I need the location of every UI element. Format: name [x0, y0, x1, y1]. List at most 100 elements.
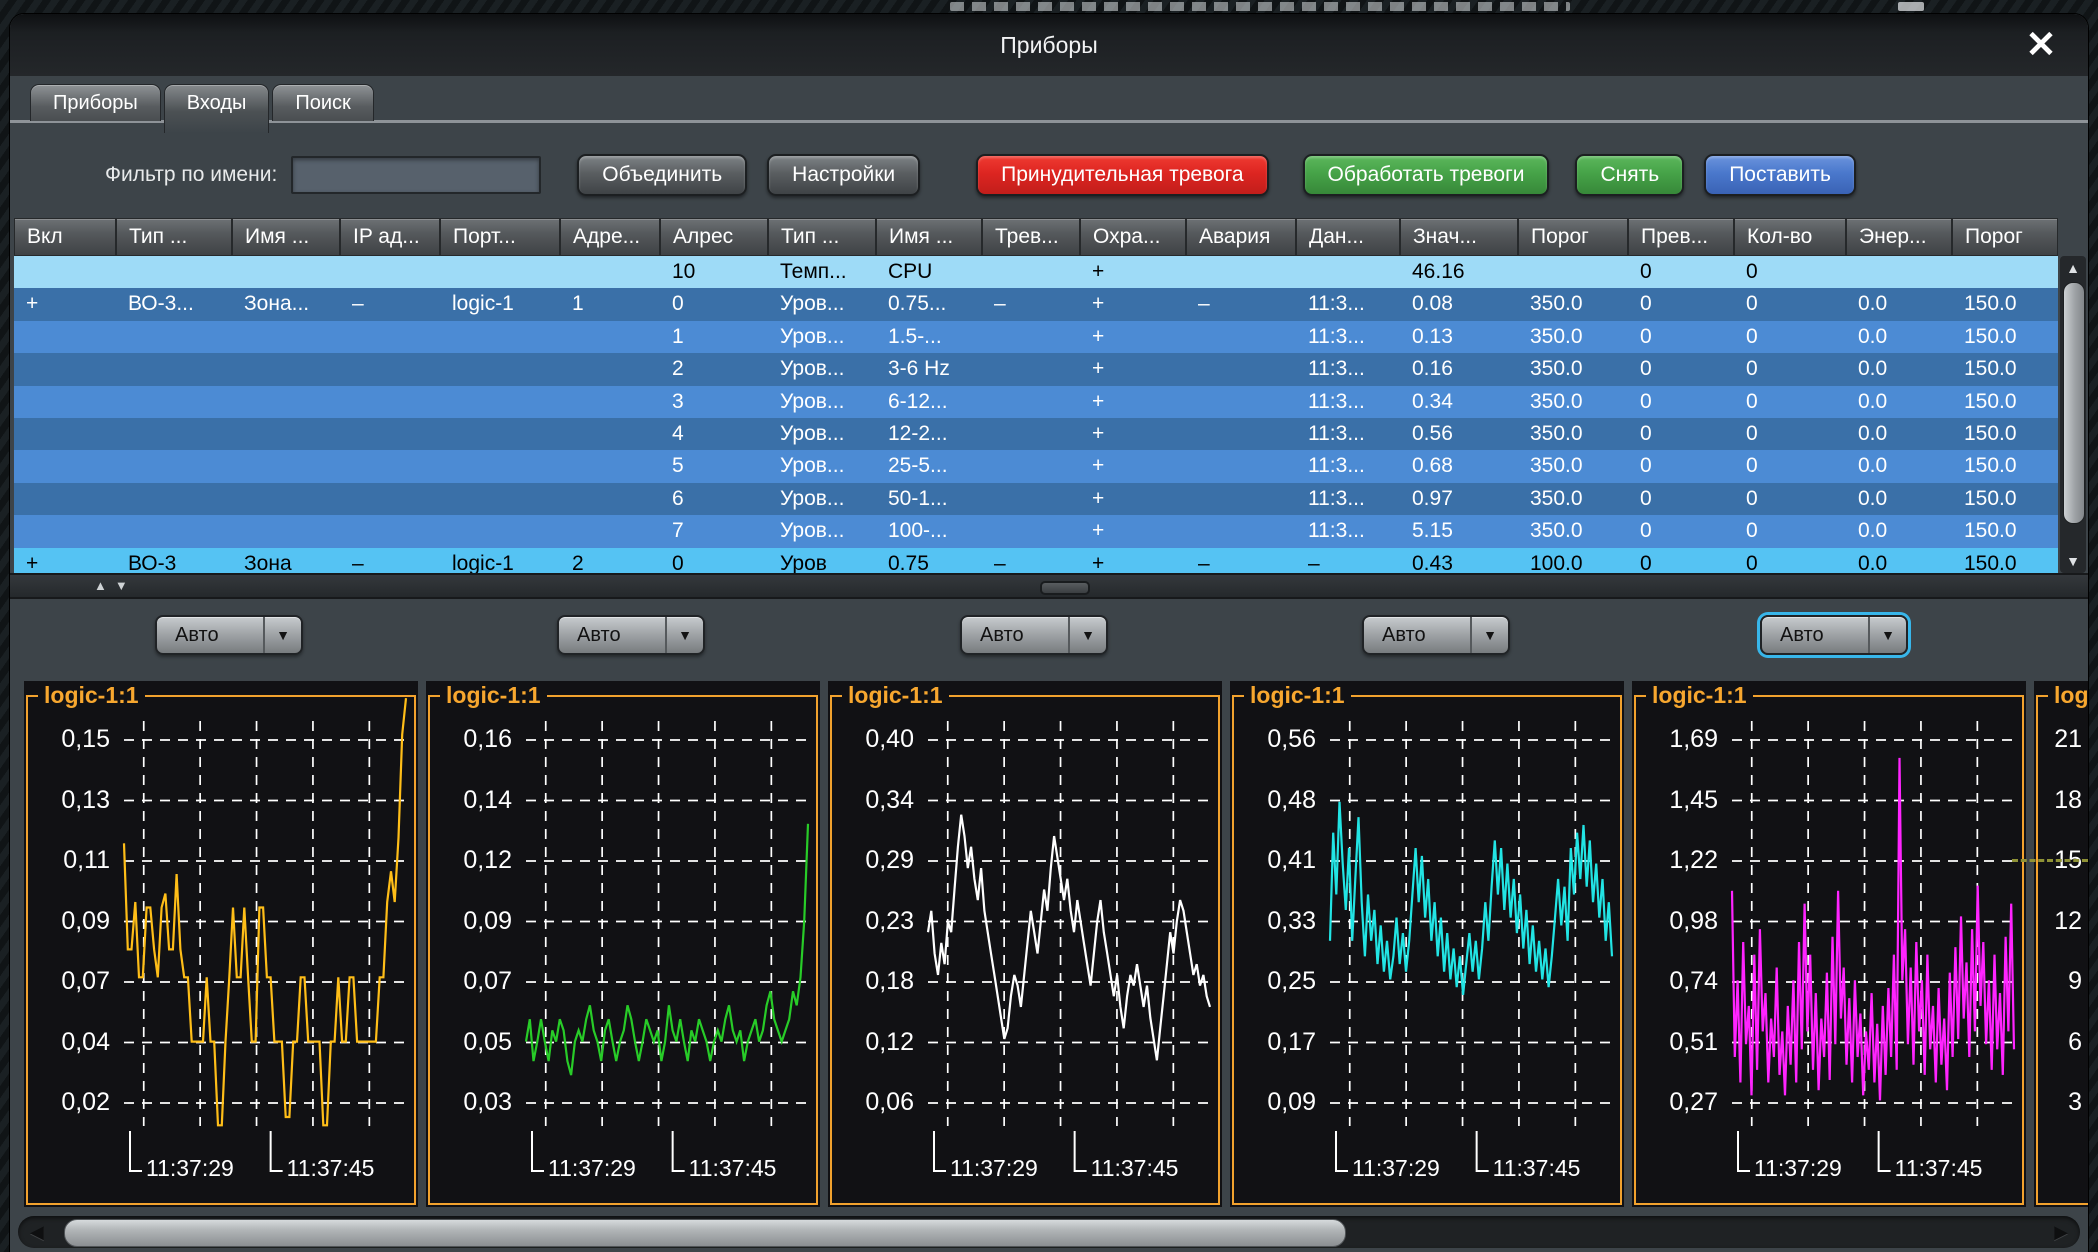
table-row[interactable]: 6Уров...50-1...+11:3...0.97350.0000.0150… — [14, 483, 2058, 515]
table-cell: 0 — [1628, 418, 1734, 450]
table-cell: + — [1080, 548, 1186, 573]
table-vertical-scrollbar[interactable]: ▲ ▼ — [2060, 256, 2086, 573]
table-cell — [232, 418, 340, 450]
column-header-1[interactable]: Вкл — [14, 218, 116, 256]
scale-mode-dropdown[interactable]: Авто▼ — [155, 615, 303, 655]
table-cell: 0 — [1734, 548, 1846, 573]
dialog-titlebar[interactable]: Приборы ✕ — [10, 14, 2088, 76]
unset-button[interactable]: Снять — [1575, 154, 1684, 196]
splitter-grip[interactable] — [1040, 581, 1090, 595]
chart-panel[interactable]: logic-1:10,150,130,110,090,070,040,0211:… — [24, 681, 418, 1207]
column-header-8[interactable]: Тип ... — [768, 218, 876, 256]
column-header-18[interactable]: Энер... — [1846, 218, 1952, 256]
table-row[interactable]: 3Уров...6-12...+11:3...0.34350.0000.0150… — [14, 386, 2058, 418]
vertical-scroll-thumb[interactable] — [2063, 282, 2085, 524]
table-row[interactable]: 4Уров...12-2...+11:3...0.56350.0000.0150… — [14, 418, 2058, 450]
column-header-7[interactable]: Алрес — [660, 218, 768, 256]
dropdown-value: Авто — [1762, 617, 1868, 653]
tab-Поиск[interactable]: Поиск — [272, 84, 373, 121]
column-header-5[interactable]: Порт... — [440, 218, 560, 256]
column-header-19[interactable]: Порог — [1952, 218, 2058, 256]
set-button[interactable]: Поставить — [1704, 154, 1856, 196]
splitter[interactable]: ▲▼ — [10, 573, 2088, 599]
table-cell — [560, 353, 660, 385]
table-row[interactable]: +ВО-3Зона–logic-120Уров0.75–+––0.43100.0… — [14, 548, 2058, 573]
chevron-down-icon[interactable]: ▼ — [1068, 617, 1106, 653]
table-cell — [14, 418, 116, 450]
force-alarm-button[interactable]: Принудительная тревога — [976, 154, 1268, 196]
scroll-right-icon[interactable]: ▶ — [2054, 1216, 2068, 1248]
scale-mode-dropdown[interactable]: Авто▼ — [557, 615, 705, 655]
table-cell — [340, 256, 440, 288]
table-cell: Уров... — [768, 321, 876, 353]
column-header-17[interactable]: Кол-во — [1734, 218, 1846, 256]
scale-mode-dropdown[interactable]: Авто▼ — [1760, 615, 1908, 655]
column-header-15[interactable]: Порог — [1518, 218, 1628, 256]
table-cell — [560, 483, 660, 515]
scroll-down-icon[interactable]: ▼ — [2060, 553, 2086, 569]
chart-panel[interactable]: logic-1:10,400,340,290,230,180,120,0611:… — [828, 681, 1222, 1207]
chevron-down-icon[interactable]: ▼ — [1868, 617, 1906, 653]
merge-button[interactable]: Объединить — [577, 154, 747, 196]
process-alarms-button[interactable]: Обработать тревоги — [1303, 154, 1550, 196]
table-row[interactable]: 1Уров...1.5-...+11:3...0.13350.0000.0150… — [14, 321, 2058, 353]
column-header-2[interactable]: Тип ... — [116, 218, 232, 256]
filter-label: Фильтр по имени: — [105, 163, 277, 187]
tab-Приборы[interactable]: Приборы — [30, 84, 161, 121]
table-cell: 0 — [1628, 321, 1734, 353]
chart-panel[interactable]: logic-1:10,160,140,120,090,070,050,0311:… — [426, 681, 820, 1207]
column-header-10[interactable]: Трев... — [982, 218, 1080, 256]
scroll-left-icon[interactable]: ◀ — [30, 1216, 44, 1248]
column-header-16[interactable]: Прев... — [1628, 218, 1734, 256]
table-row[interactable]: 7Уров...100-...+11:3...5.15350.0000.0150… — [14, 515, 2058, 547]
table-cell: 46.16 — [1400, 256, 1518, 288]
tab-Входы[interactable]: Входы — [164, 84, 270, 133]
scale-mode-dropdown[interactable]: Авто▼ — [960, 615, 1108, 655]
table-cell — [232, 256, 340, 288]
x-axis-label: 11:37:45 — [689, 1155, 777, 1182]
table-row[interactable]: 2Уров...3-6 Hz+11:3...0.16350.0000.0150.… — [14, 353, 2058, 385]
chart-panel[interactable]: logic-1:11,691,451,220,980,740,510,2711:… — [1632, 681, 2026, 1207]
table-cell: + — [1080, 386, 1186, 418]
table-cell: 0.34 — [1400, 386, 1518, 418]
dialog-title: Приборы — [10, 14, 2088, 76]
table-cell: – — [340, 548, 440, 573]
table-cell: 0.0 — [1846, 450, 1952, 482]
devices-dialog: Приборы ✕ ПриборыВходыПоиск Фильтр по им… — [10, 14, 2088, 1252]
column-header-11[interactable]: Охра... — [1080, 218, 1186, 256]
table-cell: 0 — [1734, 386, 1846, 418]
x-axis-label: 11:37:45 — [1493, 1155, 1581, 1182]
scroll-up-icon[interactable]: ▲ — [2060, 260, 2086, 276]
column-header-4[interactable]: IP ад... — [340, 218, 440, 256]
table-cell — [232, 386, 340, 418]
table-cell — [116, 418, 232, 450]
chevron-down-icon[interactable]: ▼ — [665, 617, 703, 653]
horizontal-scroll-thumb[interactable] — [64, 1219, 1346, 1247]
filter-input[interactable] — [291, 156, 541, 194]
threshold-line — [2012, 859, 2088, 862]
horizontal-scrollbar[interactable]: ◀ ▶ — [18, 1216, 2080, 1248]
column-header-14[interactable]: Знач... — [1400, 218, 1518, 256]
settings-button[interactable]: Настройки — [767, 154, 920, 196]
table-cell: 5.15 — [1400, 515, 1518, 547]
chart-panel[interactable]: logic-1:121181512963 — [2034, 681, 2088, 1207]
column-header-12[interactable]: Авария — [1186, 218, 1296, 256]
column-header-13[interactable]: Дан... — [1296, 218, 1400, 256]
table-row[interactable]: 5Уров...25-5...+11:3...0.68350.0000.0150… — [14, 450, 2058, 482]
table-cell — [560, 386, 660, 418]
table-cell: 12-2... — [876, 418, 982, 450]
close-icon[interactable]: ✕ — [2020, 24, 2062, 66]
column-header-6[interactable]: Адре... — [560, 218, 660, 256]
column-header-9[interactable]: Имя ... — [876, 218, 982, 256]
chevron-down-icon[interactable]: ▼ — [263, 617, 301, 653]
column-header-3[interactable]: Имя ... — [232, 218, 340, 256]
splitter-arrows-icon[interactable]: ▲▼ — [94, 578, 136, 593]
table-cell: 350.0 — [1518, 321, 1628, 353]
table-row[interactable]: 10Темп...CPU+46.1600 — [14, 256, 2058, 288]
chart-panel[interactable]: logic-1:10,560,480,410,330,250,170,0911:… — [1230, 681, 1624, 1207]
scale-mode-dropdown[interactable]: Авто▼ — [1362, 615, 1510, 655]
table-cell: 0.16 — [1400, 353, 1518, 385]
table-cell: + — [14, 288, 116, 320]
table-row[interactable]: +ВО-3...Зона...–logic-110Уров...0.75...–… — [14, 288, 2058, 320]
chevron-down-icon[interactable]: ▼ — [1470, 617, 1508, 653]
